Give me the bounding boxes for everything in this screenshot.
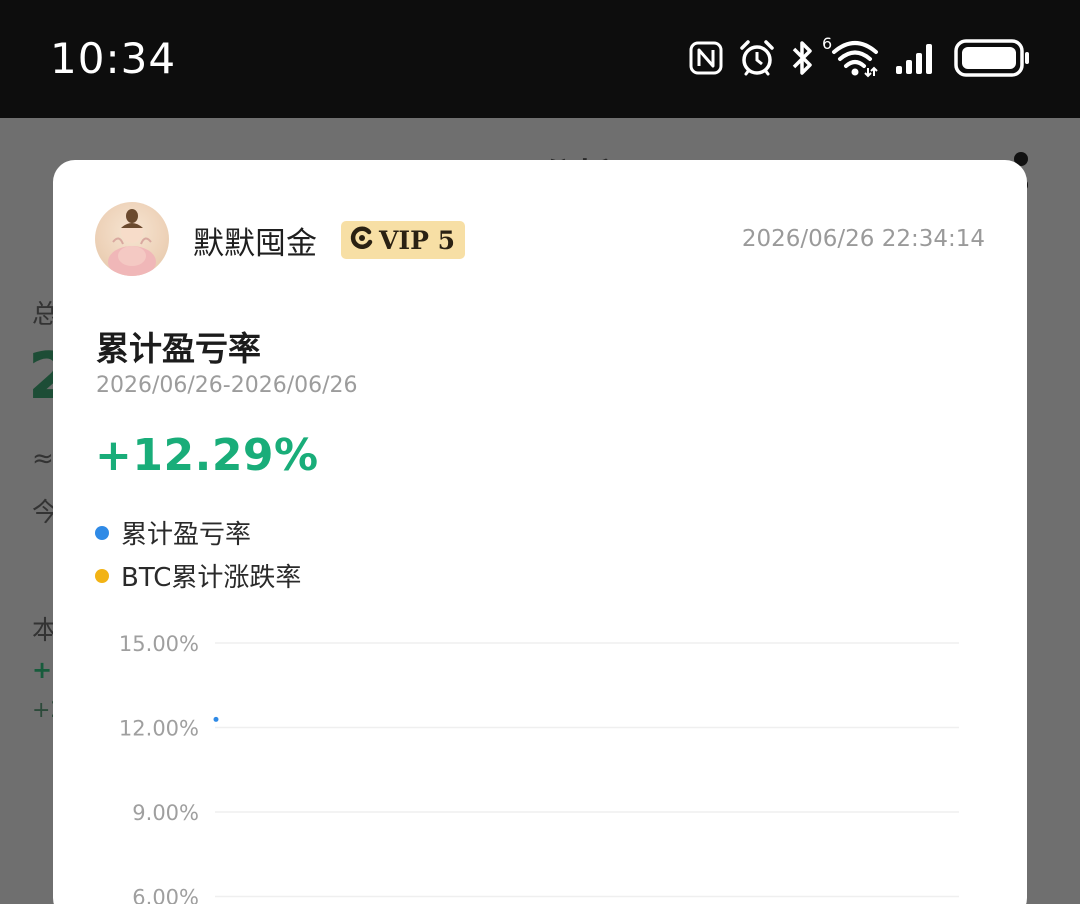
legend-item-btc: BTC累计涨跌率: [95, 557, 301, 594]
date-range: 2026/06/26-2026/06/26: [96, 373, 358, 398]
vip-label: VIP 5: [379, 225, 455, 255]
legend-dot-pnl: [95, 525, 109, 540]
bluetooth-icon: [790, 39, 816, 77]
legend-dot-btc: [95, 568, 109, 583]
y-tick-label: 9.00%: [132, 801, 199, 825]
status-icons: 6: [688, 34, 1030, 80]
status-bar: 10:34 6: [0, 0, 1080, 118]
wifi-badge: 6: [822, 34, 833, 53]
signal-icon: [894, 40, 940, 76]
y-tick-label: 12.00%: [119, 717, 199, 741]
vip-logo-icon: [349, 225, 375, 255]
username: 默默囤金: [193, 226, 317, 262]
vip-badge: VIP 5: [341, 221, 465, 259]
share-card: 默默囤金 VIP 5 2026/06/26 22:34:14 累计盈亏率 202…: [53, 160, 1027, 904]
timestamp: 2026/06/26 22:34:14: [741, 226, 985, 252]
legend-item-pnl: 累计盈亏率: [95, 514, 251, 551]
pnl-chart: 15.00% 12.00% 9.00% 6.00%: [119, 632, 959, 904]
status-time: 10:34: [50, 34, 177, 83]
legend-label-btc: BTC累计涨跌率: [121, 563, 302, 593]
alarm-icon: [738, 39, 776, 77]
background-snippet: ≈: [32, 444, 54, 474]
background-snippet: +: [32, 656, 53, 684]
legend-label-pnl: 累计盈亏率: [121, 520, 252, 550]
data-point: [213, 716, 219, 722]
battery-icon: [954, 38, 1030, 78]
wifi-icon: 6: [822, 34, 880, 78]
nfc-icon: [688, 40, 724, 76]
y-tick-label: 6.00%: [132, 886, 199, 904]
avatar[interactable]: [95, 202, 169, 276]
y-tick-label: 15.00%: [119, 632, 199, 656]
section-title: 累计盈亏率: [96, 329, 261, 368]
pnl-value: +12.29%: [95, 430, 319, 481]
